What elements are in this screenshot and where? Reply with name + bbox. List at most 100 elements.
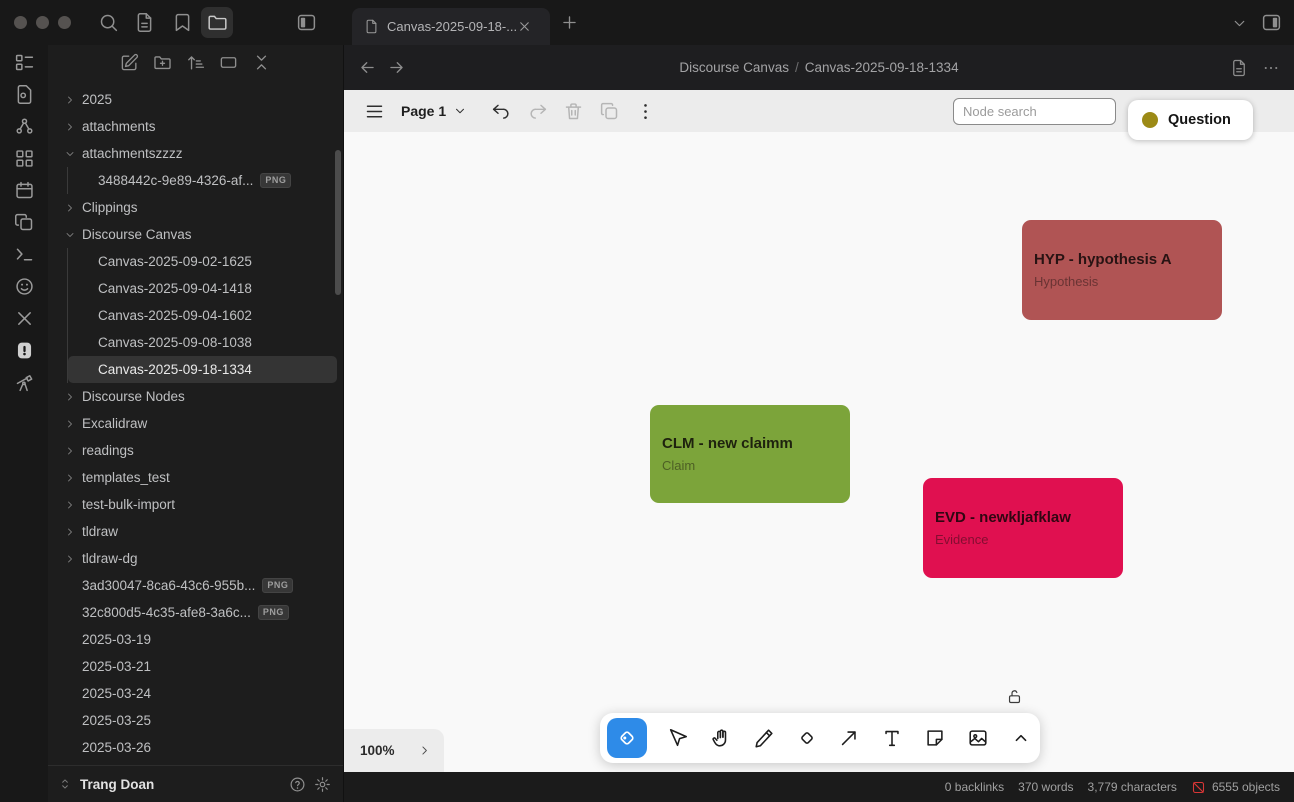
settings-gear-icon[interactable] (314, 776, 331, 793)
tree-folder-excalidraw[interactable]: Excalidraw (54, 410, 337, 437)
trash-icon[interactable] (563, 101, 584, 122)
backlinks-count[interactable]: 0 backlinks (945, 780, 1004, 794)
zoom-panel[interactable]: 100% (344, 729, 444, 772)
forward-arrow-icon[interactable] (387, 58, 406, 77)
new-folder-icon[interactable] (153, 53, 172, 72)
file-switcher-icon[interactable] (134, 12, 155, 33)
tldraw-canvas[interactable]: Page 1 Question HYP - hypothesis A Hypot… (344, 90, 1294, 772)
close-window-button[interactable] (14, 16, 27, 29)
blocks-icon[interactable] (14, 148, 35, 169)
calendar-icon[interactable] (14, 180, 35, 201)
tree-file-2025-03-19[interactable]: 2025-03-19 (54, 626, 337, 653)
hand-tool[interactable] (709, 726, 733, 750)
unlock-icon[interactable] (1006, 688, 1023, 705)
tree-file-canvas-0904b[interactable]: Canvas-2025-09-04-1602 (68, 302, 337, 329)
canvas-file-icon[interactable] (14, 84, 35, 105)
duplicate-icon[interactable] (599, 101, 620, 122)
copy-icon[interactable] (14, 212, 35, 233)
new-note-icon[interactable] (120, 53, 139, 72)
tree-folder-2025[interactable]: 2025 (54, 86, 337, 113)
discourse-node-tool-selected[interactable] (607, 718, 647, 758)
tree-file-canvas-0908[interactable]: Canvas-2025-09-08-1038 (68, 329, 337, 356)
more-tools-button[interactable] (1009, 726, 1033, 750)
breadcrumb-folder[interactable]: Discourse Canvas (679, 60, 789, 75)
search-icon[interactable] (98, 12, 119, 33)
reading-view-icon[interactable] (1230, 59, 1248, 77)
tree-folder-clippings[interactable]: Clippings (54, 194, 337, 221)
page-selector[interactable]: Page 1 (401, 103, 446, 119)
minimize-window-button[interactable] (36, 16, 49, 29)
tree-folder-attachmentszzzz[interactable]: attachmentszzzz (54, 140, 337, 167)
plugin-badge-icon[interactable] (14, 340, 35, 361)
tree-folder-discourse-canvas[interactable]: Discourse Canvas (54, 221, 337, 248)
excalidraw-icon[interactable] (14, 308, 35, 329)
tree-folder-templates-test[interactable]: templates_test (54, 464, 337, 491)
redo-icon[interactable] (527, 101, 548, 122)
tree-folder-tldraw-dg[interactable]: tldraw-dg (54, 545, 337, 572)
tree-folder-discourse-nodes[interactable]: Discourse Nodes (54, 383, 337, 410)
smile-icon[interactable] (14, 276, 35, 297)
menu-icon[interactable] (364, 101, 385, 122)
canvas-node-claim[interactable]: CLM - new claimm Claim (650, 405, 850, 503)
tree-folder-attachments[interactable]: attachments (54, 113, 337, 140)
canvas-node-hypothesis[interactable]: HYP - hypothesis A Hypothesis (1022, 220, 1222, 320)
zoom-window-button[interactable] (58, 16, 71, 29)
toggle-right-sidebar-icon[interactable] (1261, 12, 1282, 33)
folder-icon (207, 12, 228, 33)
arrow-tool[interactable] (837, 726, 861, 750)
tree-file-png-1[interactable]: 3488442c-9e89-4326-af...PNG (68, 167, 337, 194)
chevron-down-icon[interactable] (453, 104, 467, 118)
objects-status[interactable]: 6555 objects (1191, 780, 1280, 795)
select-tool[interactable] (666, 726, 690, 750)
png-badge: PNG (262, 578, 293, 593)
graph-icon[interactable] (14, 116, 35, 137)
file-tree: 2025 attachments attachmentszzzz 3488442… (54, 80, 337, 765)
tree-file-2025-03-26[interactable]: 2025-03-26 (54, 734, 337, 761)
tab-canvas-2025-09-18[interactable]: Canvas-2025-09-18-... (352, 8, 550, 45)
sort-order-icon[interactable] (186, 53, 205, 72)
tree-file-2025-03-21[interactable]: 2025-03-21 (54, 653, 337, 680)
word-count[interactable]: 370 words (1018, 780, 1073, 794)
telescope-icon[interactable] (14, 372, 35, 393)
tree-file-canvas-0918-selected[interactable]: Canvas-2025-09-18-1334 (68, 356, 337, 383)
tree-file-png-3[interactable]: 32c800d5-4c35-afe8-3a6c...PNG (54, 599, 337, 626)
bookmark-icon[interactable] (172, 12, 193, 33)
character-count[interactable]: 3,779 characters (1088, 780, 1177, 794)
tree-file-2025-03-24[interactable]: 2025-03-24 (54, 680, 337, 707)
tree-file-canvas-0904a[interactable]: Canvas-2025-09-04-1418 (68, 275, 337, 302)
collapse-all-icon[interactable] (252, 53, 271, 72)
more-options-icon[interactable] (1262, 59, 1280, 77)
canvas-node-evidence[interactable]: EVD - newkljafklaw Evidence (923, 478, 1123, 578)
node-title: EVD - newkljafklaw (935, 508, 1111, 527)
tree-file-canvas-0902[interactable]: Canvas-2025-09-02-1625 (68, 248, 337, 275)
layout-list-icon[interactable] (14, 52, 35, 73)
node-search-input[interactable] (953, 98, 1116, 125)
tree-file-png-2[interactable]: 3ad30047-8ca6-43c6-955b...PNG (54, 572, 337, 599)
help-icon[interactable] (289, 776, 306, 793)
more-vertical-icon[interactable] (635, 101, 656, 122)
note-tool[interactable] (923, 726, 947, 750)
tree-file-2025-03-25[interactable]: 2025-03-25 (54, 707, 337, 734)
question-node-button[interactable]: Question (1128, 100, 1253, 140)
text-tool[interactable] (880, 726, 904, 750)
terminal-icon[interactable] (14, 244, 35, 265)
toggle-left-sidebar-icon[interactable] (296, 12, 317, 33)
tree-folder-test-bulk-import[interactable]: test-bulk-import (54, 491, 337, 518)
tab-title: Canvas-2025-09-18-... (387, 19, 517, 34)
close-tab-icon[interactable] (517, 19, 532, 34)
back-arrow-icon[interactable] (358, 58, 377, 77)
explorer-scrollbar[interactable] (335, 150, 341, 295)
eraser-tool[interactable] (795, 726, 819, 750)
new-tab-icon[interactable] (560, 13, 579, 32)
arrow-up-right-icon (838, 727, 860, 749)
card-layout-icon[interactable] (219, 53, 238, 72)
undo-icon[interactable] (491, 101, 512, 122)
tree-folder-tldraw[interactable]: tldraw (54, 518, 337, 545)
breadcrumb-file[interactable]: Canvas-2025-09-18-1334 (805, 60, 959, 75)
files-tab-button[interactable] (201, 7, 233, 38)
chevron-down-icon[interactable] (1231, 15, 1248, 32)
tree-folder-readings[interactable]: readings (54, 437, 337, 464)
asset-tool[interactable] (966, 726, 990, 750)
draw-tool[interactable] (752, 726, 776, 750)
vault-switcher[interactable]: Trang Doan (48, 765, 343, 802)
